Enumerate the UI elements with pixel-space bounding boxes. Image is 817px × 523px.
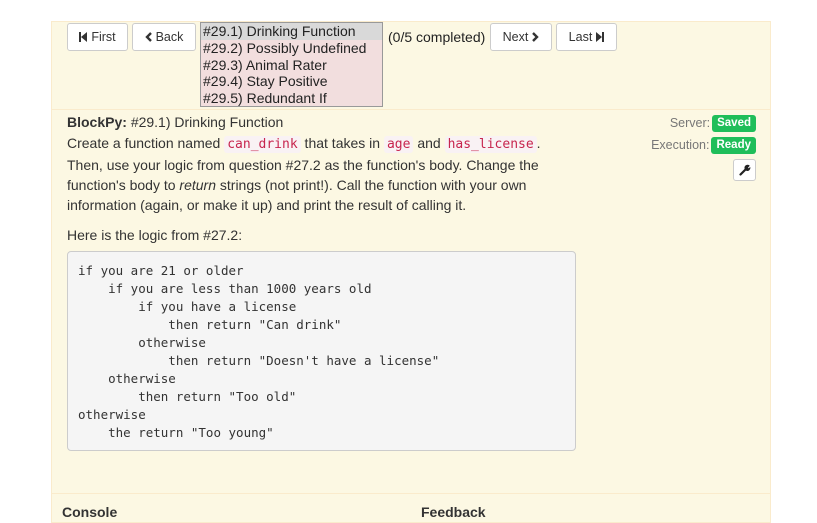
chevron-left-icon [144,32,152,42]
desc-text: and [413,135,445,151]
server-label: Server: [669,116,711,130]
back-label: Back [155,30,184,44]
chevron-right-icon [532,32,540,42]
skip-first-icon [79,32,88,42]
inline-code-param-license: has_license [444,136,537,153]
wrench-icon [738,164,750,176]
brand-label: BlockPy: [67,114,127,130]
inline-code-param-age: age [383,136,414,153]
desc-text: Create a function named [67,135,225,151]
back-button[interactable]: Back [132,23,196,51]
next-button[interactable]: Next [490,23,552,51]
status-panel: Server: Saved Execution: Ready [651,112,756,181]
console-label: Console [62,504,118,520]
assignment-instructions: Create a function named can_drink that t… [67,133,567,215]
footer-divider [52,493,770,494]
logic-intro: Here is the logic from #27.2: [67,227,243,243]
execution-status-badge: Ready [711,136,756,154]
assignment-title: BlockPy: #29.1) Drinking Function [67,113,567,131]
skip-last-icon [596,32,605,42]
settings-button[interactable] [733,159,756,181]
first-button[interactable]: First [67,23,128,51]
logic-code-block: if you are 21 or older if you are less t… [67,251,576,451]
question-option[interactable]: #29.5) Redundant If [201,90,382,107]
inline-code-function-name: can_drink [224,136,301,153]
assignment-description: BlockPy: #29.1) Drinking Function Create… [67,113,567,245]
execution-label: Execution: [651,138,710,152]
desc-emphasis: return [179,177,216,193]
desc-text: that takes in [300,135,384,151]
question-list[interactable]: #29.1) Drinking Function #29.2) Possibly… [200,22,383,107]
next-label: Next [502,30,529,44]
assignment-panel: First Back #29.1) Drinking Function #29.… [51,21,771,523]
question-option[interactable]: #29.2) Possibly Undefined [201,40,382,57]
assignment-name: #29.1) Drinking Function [130,114,284,130]
feedback-label: Feedback [421,504,486,520]
navigation-header: First Back #29.1) Drinking Function #29.… [52,22,770,110]
last-button[interactable]: Last [556,23,617,51]
question-option[interactable]: #29.1) Drinking Function [201,23,382,40]
last-label: Last [568,30,593,44]
first-label: First [91,30,116,44]
question-option[interactable]: #29.4) Stay Positive [201,73,382,90]
question-option[interactable]: #29.3) Animal Rater [201,57,382,74]
progress-text: (0/5 completed) [388,29,486,45]
server-status-badge: Saved [712,114,756,132]
